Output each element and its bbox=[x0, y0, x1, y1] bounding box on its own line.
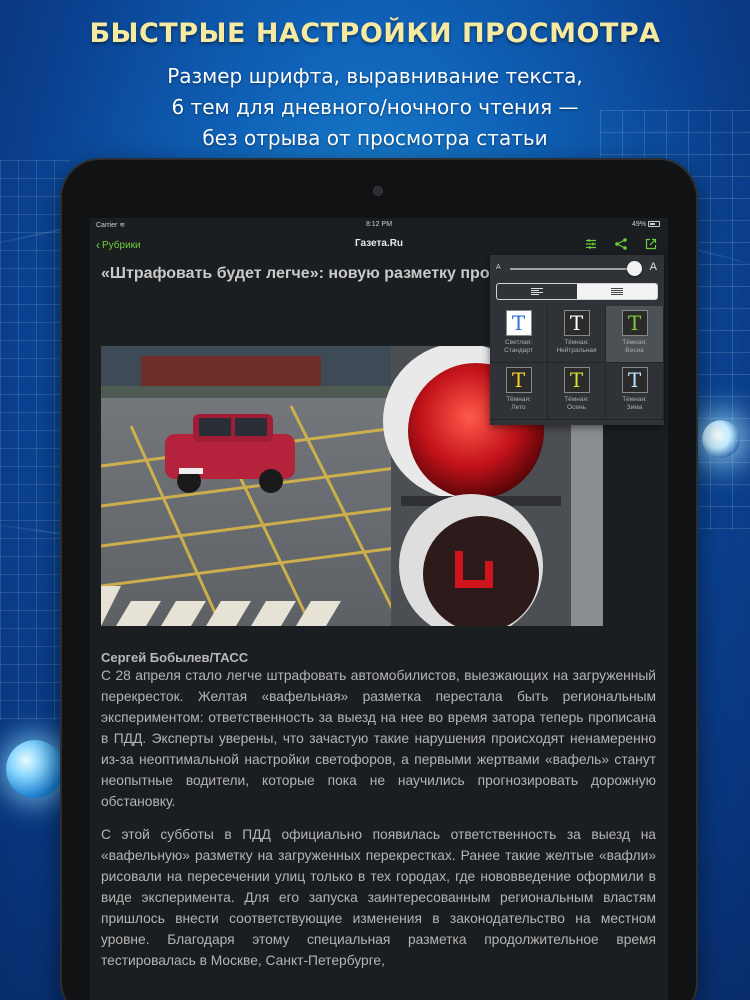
front-camera bbox=[373, 186, 383, 196]
battery-percent: 49% bbox=[632, 221, 647, 228]
theme-option[interactable]: T Тёмная: Лето bbox=[490, 363, 548, 420]
theme-label: Светлая: Стандарт bbox=[504, 339, 533, 354]
theme-preview-icon: T bbox=[505, 367, 532, 393]
promo-subtitle-line: Размер шрифта, выравнивание текста, bbox=[167, 64, 583, 88]
tablet-frame: Carrier ≋ 8:12 PM 49% ‹ Рубрики Газета.Ru bbox=[62, 160, 696, 1000]
battery-icon bbox=[648, 221, 660, 228]
align-justify-button[interactable] bbox=[577, 284, 657, 299]
font-size-slider-fill bbox=[510, 268, 634, 270]
text-alignment-segmented-control bbox=[496, 283, 658, 300]
theme-option[interactable]: T Тёмная: Весна bbox=[606, 306, 664, 363]
align-justify-icon bbox=[611, 288, 623, 295]
battery-status: 49% bbox=[632, 221, 660, 228]
open-external-icon[interactable] bbox=[644, 237, 658, 251]
theme-option[interactable]: T Светлая: Стандарт bbox=[490, 306, 548, 363]
theme-option[interactable]: T Тёмная: Нейтральная bbox=[548, 306, 606, 363]
theme-preview-icon: T bbox=[505, 310, 532, 336]
theme-preview-icon: T bbox=[563, 310, 590, 336]
theme-label: Тёмная: Осень bbox=[564, 396, 589, 411]
theme-option[interactable]: T Тёмная: Зима bbox=[606, 363, 664, 420]
theme-preview-icon: T bbox=[563, 367, 590, 393]
status-bar: Carrier ≋ 8:12 PM 49% bbox=[90, 218, 668, 232]
glow-orb-decoration bbox=[702, 420, 740, 458]
theme-label: Тёмная: Зима bbox=[622, 396, 647, 411]
settings-sliders-icon[interactable] bbox=[584, 237, 598, 251]
promo-title: БЫСТРЫЕ НАСТРОЙКИ ПРОСМОТРА bbox=[89, 18, 661, 49]
app-screen: Carrier ≋ 8:12 PM 49% ‹ Рубрики Газета.Ru bbox=[90, 218, 668, 1000]
font-size-small-label: A bbox=[496, 264, 501, 271]
promo-subtitle-line: 6 тем для дневного/ночного чтения — bbox=[171, 95, 579, 119]
share-icon[interactable] bbox=[614, 237, 628, 251]
background-grid-left bbox=[0, 160, 70, 720]
theme-label: Тёмная: Лето bbox=[506, 396, 531, 411]
view-settings-popover: A A T Светлая: Стандарт T Тёмная: Нейтра… bbox=[490, 255, 664, 425]
font-size-large-label: A bbox=[649, 261, 657, 273]
theme-label: Тёмная: Весна bbox=[622, 339, 647, 354]
nav-bar: ‹ Рубрики Газета.Ru bbox=[90, 232, 668, 256]
font-size-slider-row: A A bbox=[490, 255, 664, 281]
font-size-slider-knob[interactable] bbox=[626, 261, 642, 276]
font-size-slider[interactable] bbox=[510, 261, 642, 276]
nav-actions bbox=[584, 237, 658, 251]
article-paragraph: С этой субботы в ПДД официально появилас… bbox=[101, 826, 656, 968]
status-time: 8:12 PM bbox=[365, 221, 393, 228]
align-left-icon bbox=[531, 288, 543, 295]
theme-grid: T Светлая: Стандарт T Тёмная: Нейтральная T Тём… bbox=[490, 306, 664, 420]
article-paragraph: С 28 апреля стало легче штрафовать автом… bbox=[101, 667, 656, 809]
globe-decoration bbox=[6, 740, 64, 798]
nav-title: Газета.Ru bbox=[354, 238, 404, 249]
align-left-button[interactable] bbox=[497, 284, 577, 299]
theme-label: Тёмная: Нейтральная bbox=[556, 339, 597, 354]
text-alignment-row bbox=[490, 281, 664, 303]
photo-caption: Сергей Бобылев/ТАСС bbox=[101, 649, 249, 665]
theme-preview-icon: T bbox=[621, 310, 648, 336]
theme-option[interactable]: T Тёмная: Осень bbox=[548, 363, 606, 420]
theme-preview-icon: T bbox=[621, 367, 648, 393]
promo-subtitle-line: без отрыва от просмотра статьи bbox=[202, 126, 548, 150]
